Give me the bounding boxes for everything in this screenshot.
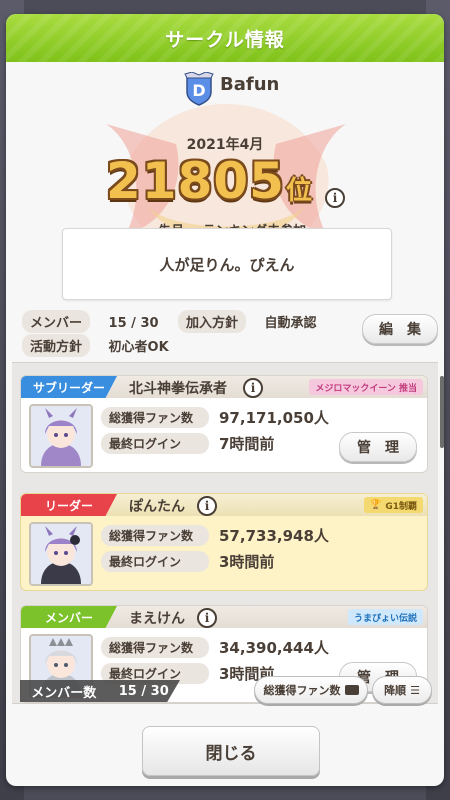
join-policy-value: 自動承認 [264, 316, 317, 331]
close-button[interactable]: 閉じる [142, 726, 320, 776]
club-comment: 人が足りん。ぴえん [62, 228, 392, 300]
join-policy-label: 加入方針 [178, 310, 247, 333]
badge-text: G1制覇 [385, 501, 417, 512]
member-info-icon[interactable]: i [243, 378, 263, 398]
club-comment-text: 人が足りん。ぴえん [159, 255, 295, 274]
member-list-scrollbar[interactable] [440, 376, 444, 448]
role-tag: メンバー [21, 606, 117, 628]
sort-lines-icon: ☰ [410, 683, 420, 697]
member-card-sub-leader[interactable]: サブリーダー 北斗神拳伝承者 i メジロマックイーン 推当 総獲得ファン数 97… [20, 375, 428, 473]
member-list[interactable]: サブリーダー 北斗神拳伝承者 i メジロマックイーン 推当 総獲得ファン数 97… [12, 362, 438, 704]
activity-policy-label: 活動方針 [22, 334, 91, 357]
last-login-value: 3時間前 [219, 552, 275, 571]
fans-label: 総獲得ファン数 [101, 406, 209, 428]
edit-button[interactable]: 編 集 [362, 314, 438, 344]
last-login-label: 最終ログイン [101, 550, 209, 572]
dialog-title-text: サークル情報 [165, 28, 285, 51]
member-info-icon[interactable]: i [197, 496, 217, 516]
member-info-icon[interactable]: i [197, 608, 217, 628]
fans-value: 97,171,050人 [219, 408, 329, 427]
avatar [29, 404, 93, 468]
character-portrait-icon [31, 524, 91, 584]
sort-order-button[interactable]: 降順 ☰ [372, 676, 432, 704]
ranking-info-icon[interactable]: i [325, 188, 345, 208]
ranking-month: 2021年4月 [186, 137, 264, 153]
fans-value: 57,733,948人 [219, 526, 329, 545]
member-count-value: 15 / 30 [108, 316, 159, 331]
member-count-label: メンバー [22, 310, 91, 333]
member-badge: 🏆 G1制覇 [364, 497, 423, 513]
member-count-overlay: メンバー数 15 / 30 [20, 680, 180, 702]
member-stats: 総獲得ファン数 97,171,050人 最終ログイン 7時間前 [101, 406, 329, 458]
svg-text:D: D [192, 81, 205, 100]
join-policy-row: 加入方針 自動承認 [178, 310, 317, 333]
last-login-value: 7時間前 [219, 434, 275, 453]
member-count-row: メンバー 15 / 30 [22, 310, 159, 333]
member-stats: 総獲得ファン数 57,733,948人 最終ログイン 3時間前 [101, 524, 329, 576]
club-emblem-icon: D [184, 72, 214, 106]
member-count-overlay-value: 15 / 30 [118, 683, 169, 699]
sort-order-label: 降順 [384, 684, 407, 697]
club-name: Bafun [220, 74, 280, 95]
manage-button[interactable]: 管 理 [339, 432, 417, 462]
sort-dialog-icon [344, 685, 359, 695]
member-name: まえけん [129, 611, 185, 627]
activity-policy-value: 初心者OK [108, 340, 169, 355]
dialog-title: サークル情報 [6, 14, 444, 62]
role-tag: リーダー [21, 494, 117, 516]
character-portrait-icon [31, 406, 91, 466]
last-login-label: 最終ログイン [101, 432, 209, 454]
sort-field-button[interactable]: 総獲得ファン数 [254, 676, 368, 704]
fans-value: 34,390,444人 [219, 638, 329, 657]
member-card-leader[interactable]: リーダー ぽんたん i 🏆 G1制覇 総獲得ファン数 57,733,948人 最… [20, 493, 428, 591]
ranking-number: 21805 [106, 152, 285, 210]
member-name: 北斗神拳伝承者 [129, 381, 227, 397]
ranking-suffix: 位 [286, 176, 313, 206]
activity-policy-row: 活動方針 初心者OK [22, 334, 169, 357]
member-badge: メジロマックイーン 推当 [309, 379, 423, 395]
role-tag: サブリーダー [21, 376, 117, 398]
club-info-dialog: サークル情報 D Bafun 2021年4月 21805 位 i 先月 ランキン… [6, 14, 444, 786]
fans-label: 総獲得ファン数 [101, 636, 209, 658]
sort-field-label: 総獲得ファン数 [263, 684, 341, 697]
badge-text: メジロマックイーン 推当 [315, 383, 417, 394]
badge-text: うまぴょい伝説 [353, 613, 417, 624]
member-badge: うまぴょい伝説 [347, 609, 423, 625]
member-count-overlay-label: メンバー数 [31, 685, 97, 701]
avatar [29, 522, 93, 586]
fans-label: 総獲得ファン数 [101, 524, 209, 546]
trophy-icon: 🏆 [370, 500, 382, 510]
member-name: ぽんたん [129, 499, 185, 515]
